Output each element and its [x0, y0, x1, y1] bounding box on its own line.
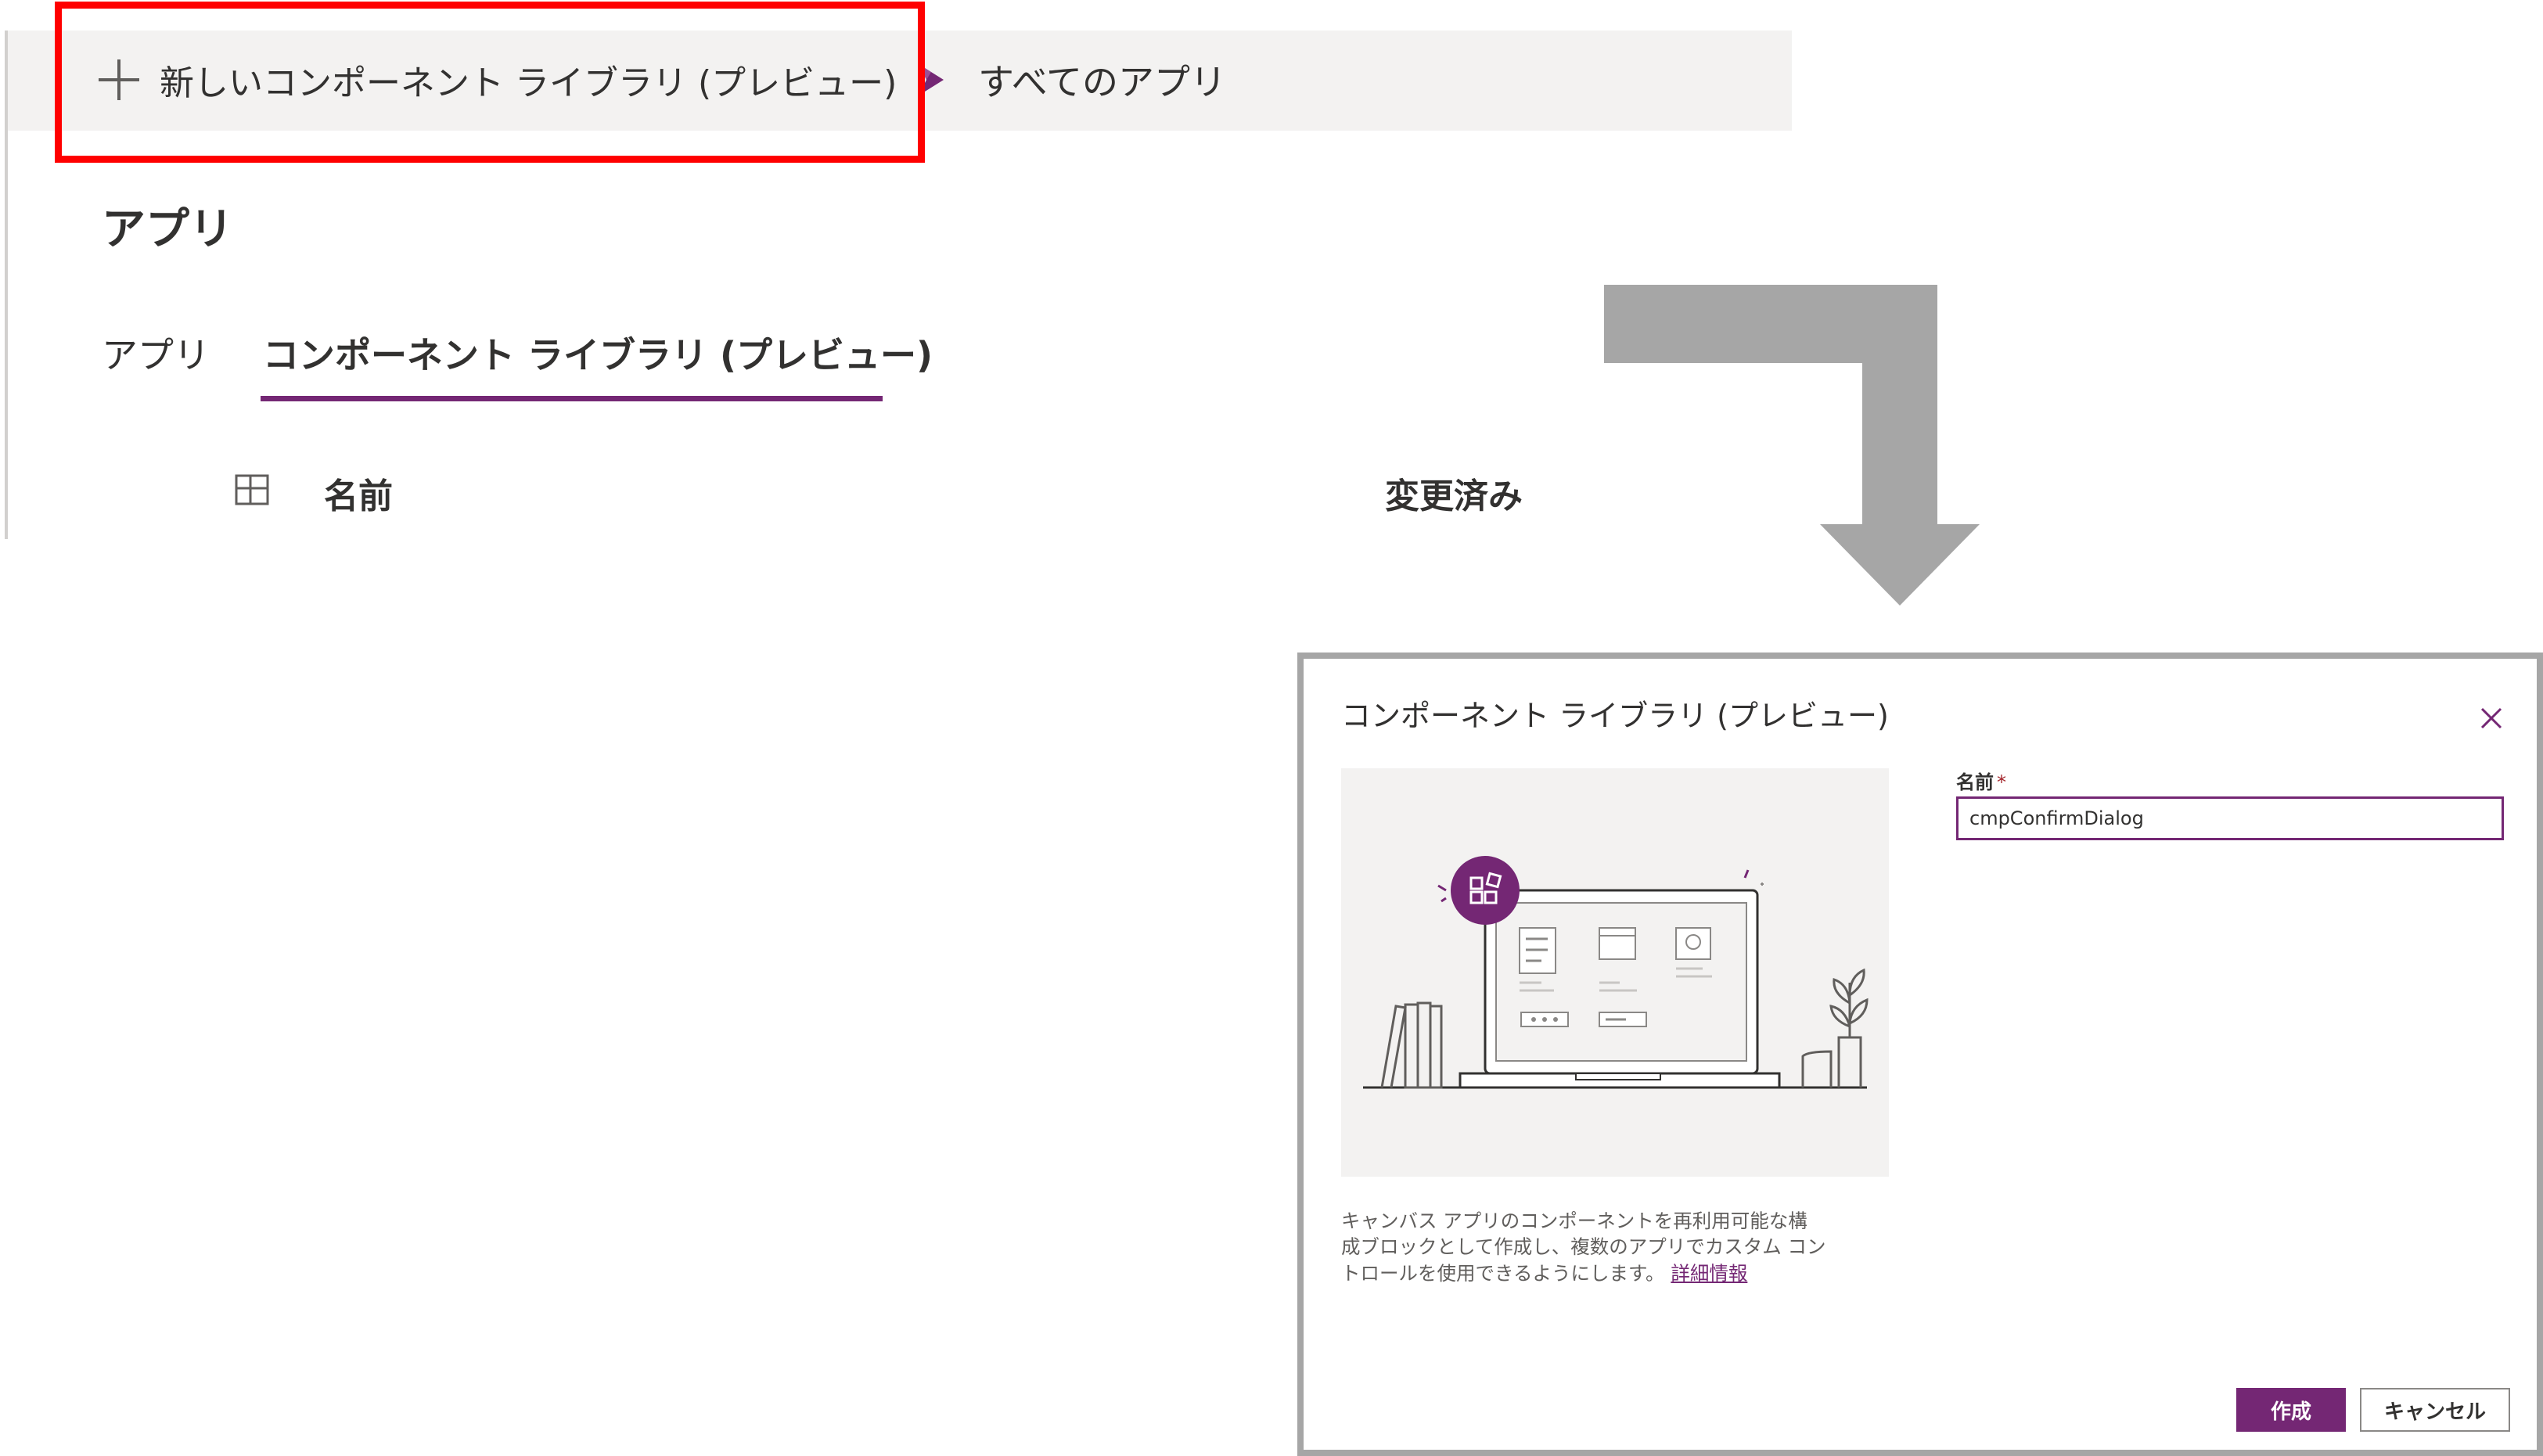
column-header-modified[interactable]: 変更済み [1385, 468, 1523, 518]
dialog-description: キャンバス アプリのコンポーネントを再利用可能な構成ブロックとして作成し、複数の… [1341, 1208, 1826, 1286]
page-title: アプリ [102, 204, 233, 255]
selected-tab-indicator [261, 396, 883, 401]
close-icon[interactable] [2477, 704, 2505, 732]
cancel-button[interactable]: キャンセル [2360, 1388, 2510, 1432]
highlight-annotation-box [55, 2, 925, 163]
left-nav-edge [5, 31, 8, 539]
component-library-dialog: コンポーネント ライブラリ (プレビュー) キャンバス アプリのコンポーネントを… [1297, 653, 2543, 1456]
component-library-illustration [1341, 768, 1889, 1177]
name-label-text: 名前 [1956, 771, 1994, 793]
tab-component-library[interactable]: コンポーネント ライブラリ (プレビュー) [263, 327, 933, 379]
column-header-name[interactable]: 名前 [324, 468, 393, 518]
name-field-label: 名前 * [1956, 767, 2006, 794]
create-button[interactable]: 作成 [2236, 1388, 2346, 1432]
tab-apps[interactable]: アプリ [102, 327, 210, 379]
file-type-icon[interactable] [235, 474, 271, 505]
all-apps-button[interactable]: すべてのアプリ [915, 52, 1226, 108]
learn-more-link[interactable]: 詳細情報 [1671, 1262, 1747, 1285]
description-text: キャンバス アプリのコンポーネントを再利用可能な構成ブロックとして作成し、複数の… [1341, 1210, 1826, 1285]
flow-arrow-icon [1604, 285, 1980, 606]
required-mark: * [1997, 771, 2006, 793]
dialog-title: コンポーネント ライブラリ (プレビュー) [1341, 699, 1889, 733]
library-name-input[interactable] [1956, 796, 2504, 840]
all-apps-label: すべてのアプリ [978, 61, 1226, 103]
